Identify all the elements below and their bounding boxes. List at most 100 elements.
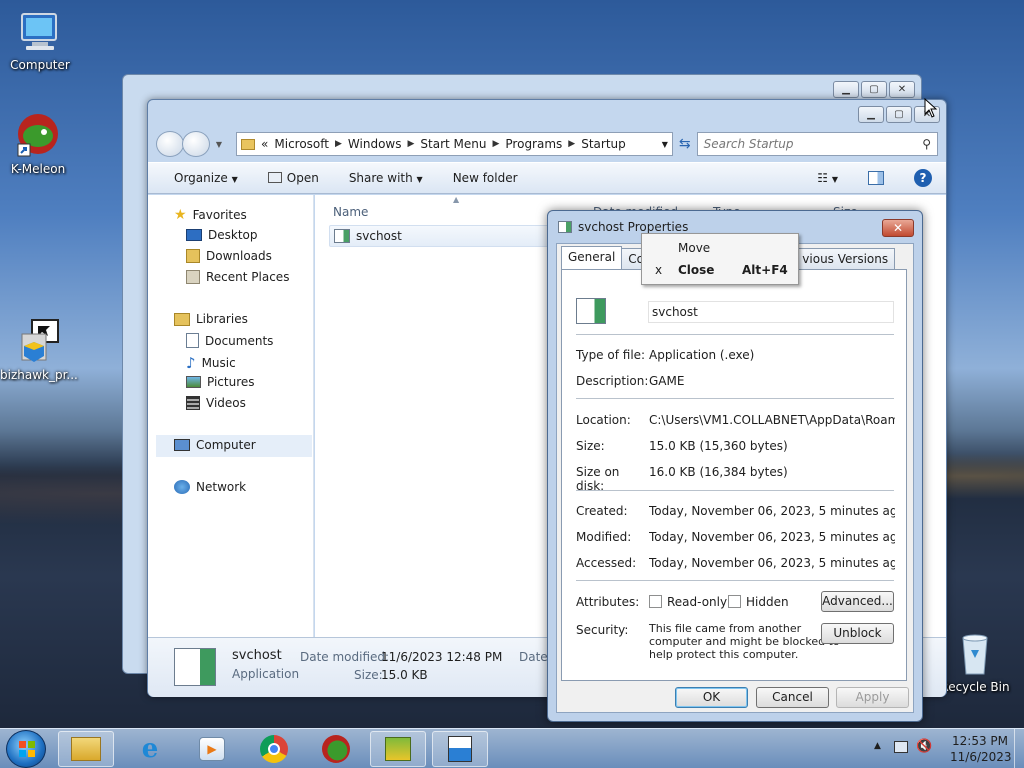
security-label: Security: bbox=[576, 623, 629, 637]
row-description: Description: GAME bbox=[576, 374, 895, 388]
system-tray: ▲ 🔇 12:53 PM 11/6/2023 bbox=[864, 729, 1024, 768]
maximize-icon[interactable]: ▢ bbox=[886, 106, 912, 123]
installer-icon bbox=[14, 318, 62, 366]
taskbar-explorer[interactable] bbox=[58, 731, 114, 767]
security-text-line: This file came from another bbox=[649, 622, 802, 635]
checkbox-box bbox=[728, 595, 741, 608]
ok-button[interactable]: OK bbox=[675, 687, 748, 708]
description-label: Description: bbox=[576, 374, 649, 388]
taskbar-media-player[interactable]: ▶ bbox=[184, 731, 240, 767]
nav-computer[interactable]: Computer bbox=[174, 438, 256, 452]
breadcrumb-microsoft[interactable]: Microsoft bbox=[274, 137, 329, 151]
chevron-right-icon[interactable]: ▶ bbox=[335, 139, 342, 149]
organize-button[interactable]: Organize ▼ bbox=[174, 171, 238, 185]
clock-time[interactable]: 12:53 PM bbox=[952, 734, 1008, 748]
breadcrumb-overflow[interactable]: « bbox=[261, 137, 268, 151]
minimize-icon[interactable]: ▁ bbox=[833, 81, 859, 98]
nav-desktop[interactable]: Desktop bbox=[186, 228, 258, 242]
taskbar-k-meleon[interactable] bbox=[308, 731, 364, 767]
show-hidden-icons-icon[interactable]: ▲ bbox=[874, 741, 881, 751]
installer-icon bbox=[448, 736, 472, 762]
address-bar[interactable]: « Microsoft ▶ Windows ▶ Start Menu ▶ Progra… bbox=[236, 132, 673, 156]
desktop-icon-computer[interactable]: Computer bbox=[2, 8, 78, 72]
nav-downloads[interactable]: Downloads bbox=[186, 249, 272, 263]
view-options-icon[interactable]: ☷ ▼ bbox=[817, 171, 838, 185]
advanced-button[interactable]: Advanced... bbox=[821, 591, 894, 612]
readonly-checkbox[interactable]: Read-only bbox=[649, 595, 727, 609]
clock-date[interactable]: 11/6/2023 bbox=[950, 750, 1012, 764]
folder-icon bbox=[241, 138, 256, 150]
nav-documents[interactable]: Documents bbox=[186, 333, 273, 348]
breadcrumb-programs[interactable]: Programs bbox=[505, 137, 562, 151]
close-icon[interactable]: ✕ bbox=[889, 81, 915, 98]
type-value: Application (.exe) bbox=[649, 348, 755, 362]
apply-button[interactable]: Apply bbox=[836, 687, 909, 708]
unblock-button[interactable]: Unblock bbox=[821, 623, 894, 644]
nav-pictures[interactable]: Pictures bbox=[186, 375, 255, 389]
column-name[interactable]: Name bbox=[333, 205, 368, 219]
taskbar-chrome[interactable] bbox=[246, 731, 302, 767]
nav-label: Network bbox=[196, 480, 247, 494]
chevron-right-icon[interactable]: ▶ bbox=[492, 139, 499, 149]
tab-general[interactable]: General bbox=[561, 246, 623, 269]
recent-places-icon bbox=[186, 270, 200, 284]
desktop-icon-recycle-bin[interactable]: Recycle Bin bbox=[937, 630, 1013, 694]
minimize-icon[interactable]: ▁ bbox=[858, 106, 884, 123]
row-size-on-disk: Size on disk: 16.0 KB (16,384 bytes) bbox=[576, 465, 895, 493]
size-on-disk-label: Size on disk: bbox=[576, 465, 620, 493]
menu-item-move[interactable]: Move bbox=[643, 237, 797, 259]
back-button[interactable] bbox=[156, 131, 184, 157]
nav-network[interactable]: Network bbox=[174, 480, 246, 494]
breadcrumb-startup[interactable]: Startup bbox=[581, 137, 626, 151]
preview-pane-icon[interactable] bbox=[868, 171, 884, 185]
breadcrumb-start-menu[interactable]: Start Menu bbox=[420, 137, 486, 151]
start-button[interactable] bbox=[6, 730, 46, 768]
properties-dialog[interactable]: svchost Properties ✕ General Comp vious … bbox=[547, 210, 923, 722]
list-item[interactable]: svchost bbox=[329, 225, 559, 247]
recent-pages-chevron-icon[interactable]: ▼ bbox=[216, 140, 222, 149]
menu-item-close[interactable]: x Close Alt+F4 bbox=[643, 259, 797, 281]
forward-button[interactable] bbox=[181, 131, 210, 157]
share-with-label: Share with bbox=[348, 171, 413, 185]
nav-videos[interactable]: Videos bbox=[186, 396, 246, 410]
nav-libraries[interactable]: Libraries bbox=[174, 312, 248, 326]
row-size: Size: 15.0 KB (15,360 bytes) bbox=[576, 439, 895, 453]
maximize-icon[interactable]: ▢ bbox=[861, 81, 887, 98]
filename-field[interactable]: svchost bbox=[648, 301, 894, 323]
search-input[interactable]: Search Startup bbox=[704, 137, 794, 151]
details-size-label: Size: bbox=[354, 668, 383, 682]
new-folder-button[interactable]: New folder bbox=[453, 171, 518, 185]
taskbar-internet-explorer[interactable]: e bbox=[122, 731, 178, 767]
help-icon[interactable]: ? bbox=[914, 169, 932, 187]
mouse-cursor-icon bbox=[924, 98, 938, 118]
tab-previous-versions[interactable]: vious Versions bbox=[795, 248, 896, 269]
taskbar-installer-window[interactable] bbox=[432, 731, 488, 767]
navigation-pane: ★ Favorites Desktop Downloads Recent Plac… bbox=[148, 195, 314, 637]
chevron-right-icon[interactable]: ▶ bbox=[407, 139, 414, 149]
refresh-icon[interactable]: ⇆ bbox=[679, 136, 691, 152]
volume-muted-icon[interactable]: 🔇 bbox=[916, 739, 932, 754]
breadcrumb-windows[interactable]: Windows bbox=[348, 137, 402, 151]
nav-recent-places[interactable]: Recent Places bbox=[186, 270, 289, 284]
cancel-button[interactable]: Cancel bbox=[756, 687, 829, 708]
desktop-icon-bizhawk[interactable]: bizhawk_pr... bbox=[0, 318, 78, 382]
nav-label: Downloads bbox=[206, 249, 272, 263]
taskbar-bizhawk-window[interactable] bbox=[370, 731, 426, 767]
search-icon[interactable]: ⚲ bbox=[922, 137, 931, 151]
address-dropdown-icon[interactable]: ▼ bbox=[662, 140, 668, 149]
nav-music[interactable]: ♪ Music bbox=[186, 354, 236, 372]
show-desktop-button[interactable] bbox=[1014, 729, 1024, 768]
close-glyph: x bbox=[655, 263, 663, 277]
close-icon[interactable]: ✕ bbox=[882, 219, 914, 237]
search-box[interactable]: Search Startup ⚲ bbox=[696, 132, 939, 156]
share-with-button[interactable]: Share with ▼ bbox=[349, 171, 423, 185]
nav-favorites[interactable]: ★ Favorites bbox=[174, 207, 247, 223]
open-button[interactable]: Open bbox=[267, 171, 319, 185]
network-icon bbox=[174, 480, 190, 494]
chevron-right-icon[interactable]: ▶ bbox=[568, 139, 575, 149]
dialog-body: General Comp vious Versions svchost Type… bbox=[556, 243, 914, 713]
desktop-icon-k-meleon[interactable]: K-Meleon bbox=[0, 112, 76, 176]
network-status-icon[interactable] bbox=[894, 741, 908, 753]
hidden-checkbox[interactable]: Hidden bbox=[728, 595, 789, 609]
k-meleon-icon bbox=[14, 112, 62, 160]
